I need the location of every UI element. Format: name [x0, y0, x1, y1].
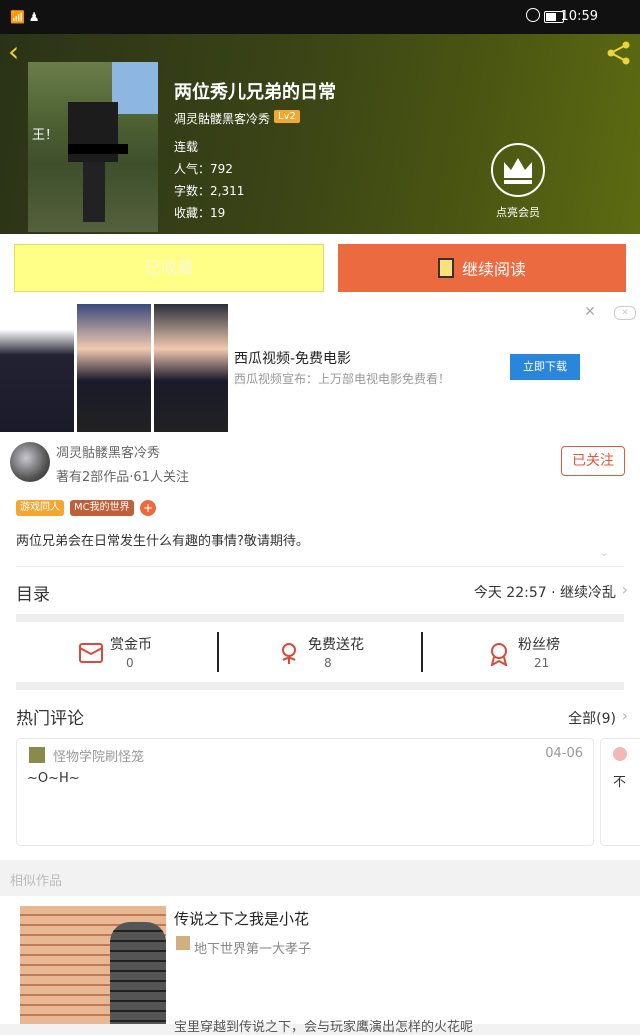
author-section: 凋灵骷髅黑客冷秀 著有2部作品·61人关注 已关注 游戏同人 MC我的世界 + …	[0, 434, 640, 694]
book-cover[interactable]: 王！	[28, 62, 158, 232]
book-status: 连载	[174, 140, 199, 154]
ad-banner[interactable]: 西瓜视频-免费电影 西瓜视频宣布：上万部电视电影免费看！ 立即下载 ✕ ✕	[0, 302, 640, 434]
share-icon[interactable]	[606, 40, 632, 66]
similar-work-title[interactable]: 传说之下之我是小花	[174, 908, 309, 929]
coin-envelope-icon	[79, 643, 103, 663]
similar-work-cover[interactable]	[20, 906, 166, 1024]
similar-work-author[interactable]: 地下世界第一大孝子	[194, 938, 311, 957]
catalog-latest-chapter[interactable]: 今天 22:57 · 继续冷乱	[474, 582, 616, 602]
continue-reading-button[interactable]: 继续阅读	[338, 244, 626, 292]
similar-work-item[interactable]: 传说之下之我是小花 地下世界第一大孝子 宝里穿越到传说之下，会与玩家鹰演出怎样的…	[0, 896, 640, 1035]
catalog-label[interactable]: 目录	[16, 580, 50, 605]
comment-text: ~O~H~	[27, 771, 80, 786]
expand-icon[interactable]: ⌄	[600, 548, 608, 559]
divider	[16, 682, 624, 690]
flower-icon	[282, 643, 296, 664]
status-time: 10:59	[560, 9, 598, 24]
stat-word-count: 字数：2,311	[174, 184, 245, 198]
close-icon[interactable]: ✕	[582, 304, 598, 320]
stat-popularity: 人气：792	[174, 162, 233, 176]
ad-image[interactable]	[154, 304, 228, 432]
comment-card[interactable]: 不	[600, 738, 640, 846]
collected-button[interactable]: 已收藏	[14, 244, 324, 292]
cover-caption: 王！	[32, 128, 59, 143]
crown-icon[interactable]	[490, 142, 546, 198]
action-bar: 已收藏 继续阅读	[0, 234, 640, 302]
similar-work-description: 宝里穿越到传说之下，会与玩家鹰演出怎样的火花呢	[174, 1020, 474, 1035]
fan-ranking-button[interactable]: 粉丝榜 21	[486, 634, 640, 680]
status-bar: 📶 ♟ 10:59	[0, 0, 640, 34]
all-comments-link[interactable]: 全部(9)	[568, 708, 616, 728]
gift-coins-button[interactable]: 赏金币 0	[78, 634, 268, 680]
book-description: 两位兄弟会在日常发生什么有趣的事情?敬请期待。	[16, 534, 309, 549]
book-title: 两位秀儿兄弟的日常	[174, 82, 336, 103]
divider	[217, 632, 219, 672]
ad-description: 西瓜视频宣布：上万部电视电影免费看！	[234, 372, 451, 386]
book-icon	[437, 258, 454, 278]
ad-image[interactable]	[77, 304, 151, 432]
vip-label[interactable]: 点亮会员	[496, 204, 540, 220]
ad-image[interactable]	[0, 304, 74, 432]
follow-button[interactable]: 已关注	[561, 446, 625, 476]
alarm-icon	[526, 8, 540, 22]
comment-card[interactable]: 怪物学院刷怪笼 04-06 ~O~H~	[16, 738, 594, 846]
ad-title[interactable]: 西瓜视频-免费电影	[234, 348, 351, 368]
book-header: ‹ 王！ 两位秀儿兄弟的日常 凋灵骷髅黑客冷秀 Lv2 连载 人气：792 字数…	[0, 34, 640, 234]
gift-flower-button[interactable]: 免费送花 8	[276, 634, 466, 680]
similar-works-label: 相似作品	[10, 874, 63, 889]
wifi-icon: 📶 ♟	[10, 10, 40, 24]
comment-text: 不	[613, 775, 627, 790]
divider	[16, 566, 624, 567]
stat-collections: 收藏：19	[174, 206, 226, 220]
divider	[421, 632, 423, 672]
chevron-right-icon[interactable]: ›	[622, 706, 628, 725]
tag-minecraft[interactable]: MC我的世界	[70, 500, 134, 516]
add-tag-button[interactable]: +	[140, 500, 156, 516]
hot-comments-section: 热门评论 全部(9) › 怪物学院刷怪笼 04-06 ~O~H~ 不	[0, 694, 640, 860]
continue-reading-label: 继续阅读	[461, 260, 526, 279]
author-name[interactable]: 凋灵骷髅黑客冷秀	[56, 442, 160, 461]
comment-username[interactable]: 怪物学院刷怪笼	[53, 746, 144, 765]
author-level-badge: Lv2	[274, 110, 300, 123]
ad-download-button[interactable]: 立即下载	[510, 354, 580, 380]
hot-comments-label: 热门评论	[16, 709, 84, 729]
back-arrow-icon[interactable]: ‹	[8, 38, 32, 66]
tag-game-fanfic[interactable]: 游戏同人	[16, 500, 64, 516]
avatar[interactable]	[613, 747, 627, 761]
author-icon	[176, 936, 190, 950]
divider	[16, 614, 624, 622]
comment-date: 04-06	[545, 746, 583, 761]
book-author[interactable]: 凋灵骷髅黑客冷秀	[174, 110, 270, 127]
avatar[interactable]	[29, 747, 45, 763]
medal-icon	[490, 643, 508, 666]
avatar[interactable]	[10, 442, 50, 482]
author-meta: 著有2部作品·61人关注	[56, 470, 189, 485]
ad-dismiss-badge[interactable]: ✕	[614, 306, 636, 320]
chevron-right-icon[interactable]: ›	[622, 580, 628, 599]
